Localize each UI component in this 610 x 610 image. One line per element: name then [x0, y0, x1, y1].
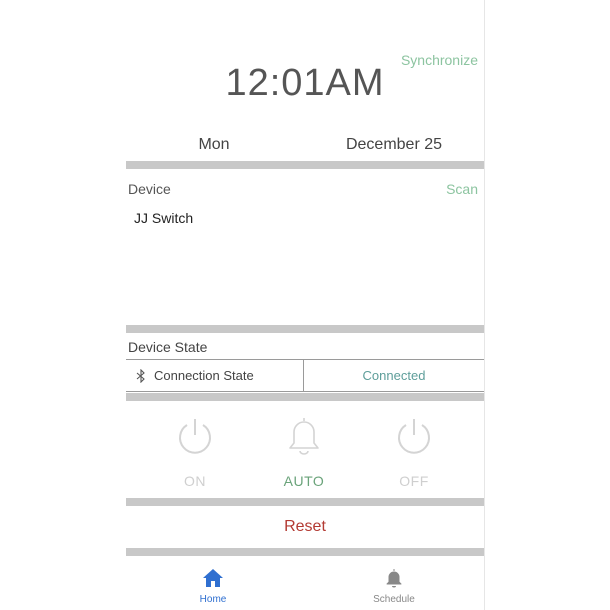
tab-schedule[interactable]: Schedule	[344, 568, 444, 605]
date-label: December 25	[345, 136, 443, 153]
mode-off-button[interactable]: OFF	[364, 415, 464, 489]
tab-schedule-label: Schedule	[373, 594, 415, 605]
device-section-title: Device	[128, 181, 171, 197]
power-icon	[398, 419, 430, 454]
mode-on-button[interactable]: ON	[145, 415, 245, 489]
home-icon	[203, 569, 223, 587]
bell-icon	[386, 569, 402, 588]
app-screen: Synchronize 12:01AM Mon December 25 Devi…	[126, 0, 485, 610]
connection-status-value: Connected	[362, 368, 426, 383]
connection-state-label: Connection State	[136, 368, 254, 383]
device-state-title: Device State	[128, 339, 208, 355]
clock-time: 12:01AM	[225, 62, 385, 104]
weekday-label: Mon	[198, 136, 230, 153]
row-divider	[126, 391, 484, 392]
mode-off-label: OFF	[399, 473, 429, 489]
mode-auto-button[interactable]: AUTO	[254, 415, 354, 489]
bell-icon	[289, 418, 319, 455]
section-divider	[126, 548, 484, 556]
section-divider	[126, 498, 484, 506]
mode-on-label: ON	[184, 473, 206, 489]
connection-state-text: Connection State	[154, 368, 254, 383]
scan-button[interactable]: Scan	[446, 181, 478, 197]
section-divider	[126, 325, 484, 333]
power-icon	[179, 419, 211, 454]
section-divider	[126, 393, 484, 401]
tab-home[interactable]: Home	[163, 568, 263, 605]
tab-home-label: Home	[199, 594, 227, 605]
bluetooth-icon	[136, 368, 145, 383]
row-divider	[126, 359, 484, 360]
reset-button[interactable]: Reset	[126, 518, 484, 536]
device-list-item[interactable]: JJ Switch	[134, 210, 193, 226]
mode-auto-label: AUTO	[283, 473, 325, 489]
section-divider	[126, 161, 484, 169]
